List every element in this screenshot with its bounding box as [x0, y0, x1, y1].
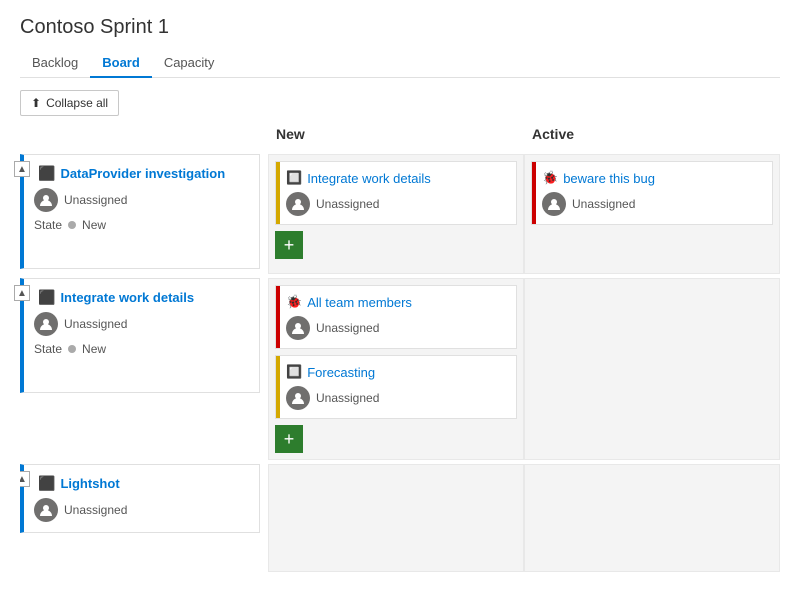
- task-card-bug-1: 🐞 beware this bug Unassigned: [531, 161, 773, 225]
- task-card-forecast: 🔲 Forecasting Unassigned: [275, 355, 517, 419]
- card-bar-yellow-2: [276, 356, 280, 418]
- swimlane-row-1: ▲ ⬛ DataProvider investigation Unassigne…: [20, 154, 780, 274]
- page-title: Contoso Sprint 1: [20, 16, 780, 39]
- card-bar-yellow: [276, 162, 280, 224]
- left-panel-assignee-1: Unassigned: [34, 188, 249, 212]
- swimlane-panel-3: ▲ ⬛ Lightshot Unassigned: [20, 464, 260, 533]
- card-icon-bug-2: 🐞: [286, 294, 302, 310]
- task-icon-1: ⬛: [38, 165, 55, 182]
- avatar-3: [34, 498, 58, 522]
- swimlane-toggle-3[interactable]: ▲: [20, 471, 30, 487]
- swimlane-left-panel-2: ▲ ⬛ Integrate work details Unassigned St…: [20, 278, 260, 460]
- collapse-all-button[interactable]: ⬆ Collapse all: [20, 90, 119, 116]
- card-title-team[interactable]: 🐞 All team members: [286, 294, 506, 310]
- card-assignee-integrate-1: Unassigned: [286, 192, 506, 216]
- column-header-active: Active: [524, 126, 780, 150]
- left-panel-assignee-3: Unassigned: [34, 498, 249, 522]
- app-container: Contoso Sprint 1 Backlog Board Capacity …: [0, 0, 800, 592]
- column-headers-row: New Active: [20, 126, 780, 150]
- state-dot-2: [68, 345, 76, 353]
- card-avatar-1: [286, 192, 310, 216]
- task-card-team: 🐞 All team members Unassigned: [275, 285, 517, 349]
- cell-row1-new: 🔲 Integrate work details Unassigned +: [268, 154, 524, 274]
- swimlane-row-2: ▲ ⬛ Integrate work details Unassigned St…: [20, 278, 780, 460]
- card-avatar-forecast: [286, 386, 310, 410]
- cell-row3-active: [524, 464, 780, 572]
- card-icon-task-2: 🔲: [286, 364, 302, 380]
- avatar-1: [34, 188, 58, 212]
- swimlane-cells-3: [268, 464, 780, 572]
- task-card-integrate-1: 🔲 Integrate work details Unassigned: [275, 161, 517, 225]
- card-bar-red-2: [276, 286, 280, 348]
- spacer: [20, 126, 268, 150]
- left-panel-assignee-2: Unassigned: [34, 312, 249, 336]
- swimlane-cells-2: 🐞 All team members Unassigned 🔲: [268, 278, 780, 460]
- tab-board[interactable]: Board: [90, 49, 152, 78]
- card-title-integrate-1[interactable]: 🔲 Integrate work details: [286, 170, 506, 186]
- swimlane-left-panel-1: ▲ ⬛ DataProvider investigation Unassigne…: [20, 154, 260, 274]
- tab-capacity[interactable]: Capacity: [152, 49, 227, 78]
- collapse-icon: ⬆: [31, 96, 41, 110]
- swimlane-row-3: ▲ ⬛ Lightshot Unassigned: [20, 464, 780, 572]
- card-assignee-bug-1: Unassigned: [542, 192, 762, 216]
- avatar-2: [34, 312, 58, 336]
- card-bar-red: [532, 162, 536, 224]
- card-icon-task: 🔲: [286, 170, 302, 186]
- add-card-button-row1-new[interactable]: +: [275, 231, 303, 259]
- card-assignee-forecast: Unassigned: [286, 386, 506, 410]
- left-panel-title-3: ⬛ Lightshot: [34, 475, 249, 492]
- state-dot-1: [68, 221, 76, 229]
- left-panel-state-1: State New: [34, 218, 249, 232]
- task-icon-3: ⬛: [38, 475, 55, 492]
- nav-tabs: Backlog Board Capacity: [20, 49, 780, 78]
- swimlane-toggle-1[interactable]: ▲: [14, 161, 30, 177]
- toolbar: ⬆ Collapse all: [20, 90, 780, 116]
- card-assignee-team: Unassigned: [286, 316, 506, 340]
- add-card-button-row2-new[interactable]: +: [275, 425, 303, 453]
- column-header-new: New: [268, 126, 524, 150]
- card-avatar-team: [286, 316, 310, 340]
- swimlane-left-panel-3: ▲ ⬛ Lightshot Unassigned: [20, 464, 260, 572]
- swimlane-toggle-2[interactable]: ▲: [14, 285, 30, 301]
- swimlane-panel-1: ▲ ⬛ DataProvider investigation Unassigne…: [20, 154, 260, 269]
- card-avatar-bug-1: [542, 192, 566, 216]
- swimlane-panel-2: ▲ ⬛ Integrate work details Unassigned St…: [20, 278, 260, 393]
- card-icon-bug: 🐞: [542, 170, 558, 186]
- left-panel-title-2: ⬛ Integrate work details: [34, 289, 249, 306]
- cell-row1-active: 🐞 beware this bug Unassigned: [524, 154, 780, 274]
- card-title-bug-1[interactable]: 🐞 beware this bug: [542, 170, 762, 186]
- cell-row2-new: 🐞 All team members Unassigned 🔲: [268, 278, 524, 460]
- swimlane-cells-1: 🔲 Integrate work details Unassigned +: [268, 154, 780, 274]
- left-panel-title-1: ⬛ DataProvider investigation: [34, 165, 249, 182]
- cell-row2-active: [524, 278, 780, 460]
- tab-backlog[interactable]: Backlog: [20, 49, 90, 78]
- task-icon-2: ⬛: [38, 289, 55, 306]
- left-panel-state-2: State New: [34, 342, 249, 356]
- cell-row3-new: [268, 464, 524, 572]
- card-title-forecast[interactable]: 🔲 Forecasting: [286, 364, 506, 380]
